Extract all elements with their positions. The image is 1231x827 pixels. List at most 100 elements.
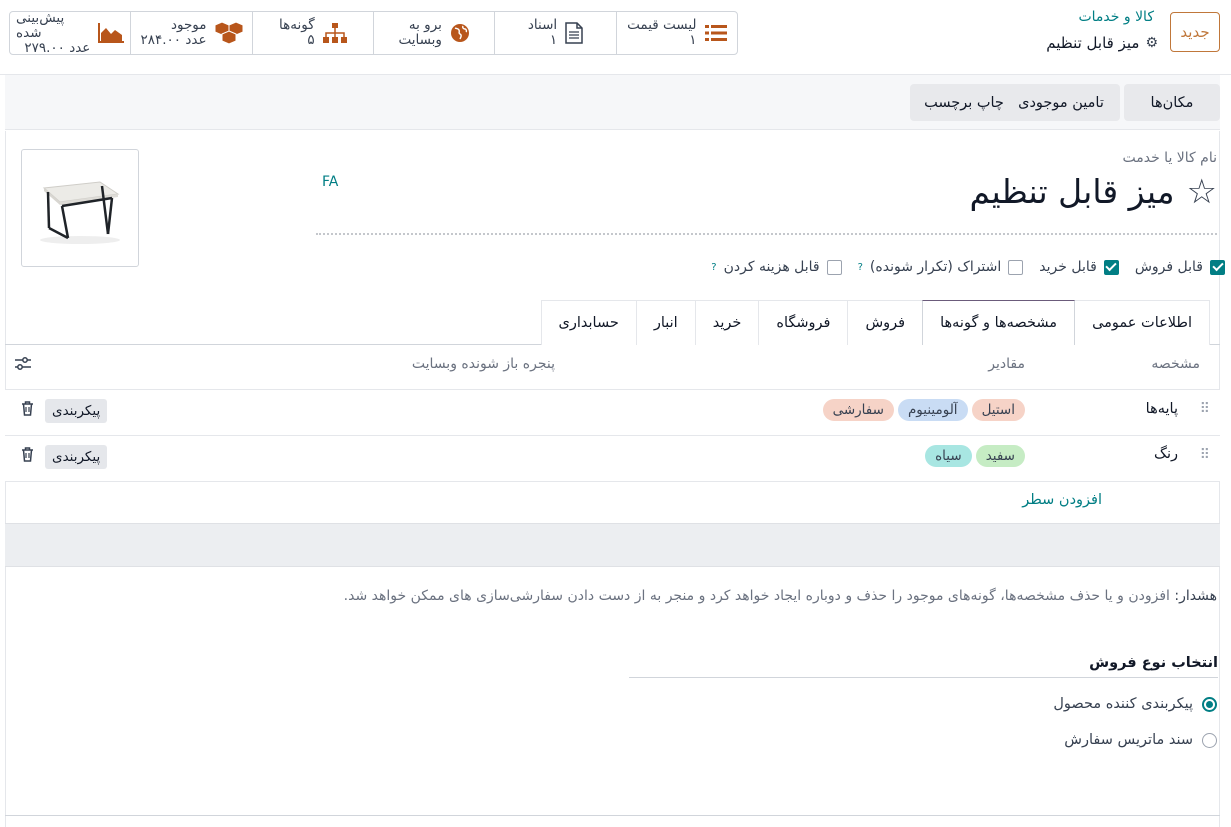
stat-label: گونه‌ها: [279, 17, 315, 33]
drag-handle-icon[interactable]: ⠿: [1200, 401, 1210, 417]
tab-accounting[interactable]: حسابداری: [540, 300, 637, 345]
flag-can-be-purchased: قابل خرید: [1039, 259, 1119, 275]
tab-attributes-variants[interactable]: مشخصه‌ها و گونه‌ها: [922, 300, 1076, 346]
option-label: سند ماتریس سفارش: [1064, 732, 1193, 748]
attribute-values[interactable]: سفید سیاه: [925, 445, 1025, 467]
tab-sales[interactable]: فروش: [847, 300, 924, 345]
flag-recurring: اشتراک (تکرار شونده) ?: [858, 259, 1024, 275]
column-attribute-header[interactable]: مشخصه: [1151, 356, 1200, 372]
flag-label: اشتراک (تکرار شونده): [869, 259, 1002, 275]
product-name-input[interactable]: میز قابل تنظیم: [970, 172, 1175, 211]
stat-value: ۵: [307, 32, 315, 48]
table-row[interactable]: [5, 436, 1220, 481]
product-name-label: نام کالا یا خدمت: [1122, 150, 1217, 166]
stat-label: پیش‌بینی شده: [16, 11, 65, 41]
product-title-row: ☆ میز قابل تنظیم: [970, 172, 1217, 211]
table-image-icon: [40, 181, 120, 244]
cubes-icon: [214, 21, 243, 45]
recurring-checkbox[interactable]: [1008, 259, 1024, 275]
stat-buttons-bar: لیست قیمت ۱ اسناد ۱ برو به وبسایت گونه‌ه…: [9, 11, 738, 55]
stat-label: موجود: [170, 17, 207, 33]
value-tag[interactable]: استیل: [971, 399, 1025, 421]
product-image[interactable]: [21, 149, 139, 267]
sheet-bottom-border: [5, 815, 1220, 816]
print-labels-button[interactable]: چاپ برچسب: [910, 84, 1018, 121]
stat-value: ۲۸۴.۰۰ عدد: [140, 32, 207, 48]
flag-label: قابل هزینه کردن: [723, 259, 820, 275]
document-icon: [565, 22, 583, 44]
value-tag[interactable]: سیاه: [925, 445, 972, 467]
sales-type-option[interactable]: پیکربندی کننده محصول: [1053, 696, 1217, 712]
stat-value: وبسایت: [398, 32, 442, 48]
value-tag[interactable]: آلومینیوم: [897, 399, 968, 421]
stat-label: برو به: [408, 17, 442, 33]
sitemap-icon: [322, 23, 347, 43]
tab-general-info[interactable]: اطلاعات عمومی: [1074, 300, 1210, 345]
new-button[interactable]: جدید: [1170, 12, 1220, 52]
stat-label: اسناد: [527, 17, 558, 33]
tab-purchase[interactable]: خرید: [694, 300, 760, 345]
trash-icon[interactable]: [21, 447, 34, 466]
variants-warning: هشدار: افزودن و یا حذف مشخصه‌ها، گونه‌ها…: [344, 588, 1217, 604]
tab-ecommerce[interactable]: فروشگاه: [758, 300, 849, 345]
sales-type-divider: [629, 677, 1218, 678]
product-configurator-radio[interactable]: [1202, 696, 1217, 712]
row-border: [5, 481, 1220, 482]
stat-documents-button[interactable]: اسناد ۱: [494, 12, 615, 54]
gear-icon[interactable]: ⚙: [1145, 35, 1158, 51]
drag-handle-icon[interactable]: ⠿: [1200, 447, 1210, 463]
language-button[interactable]: FA: [322, 174, 338, 190]
stat-onhand-button[interactable]: موجود ۲۸۴.۰۰ عدد: [130, 12, 251, 54]
stat-forecast-button[interactable]: پیش‌بینی شده ۲۷۹.۰۰ عدد: [10, 12, 130, 54]
list-icon: [704, 24, 727, 42]
add-line-link[interactable]: افزودن سطر: [1022, 492, 1102, 508]
globe-icon: [450, 23, 470, 43]
stat-pricelist-button[interactable]: لیست قیمت ۱: [615, 12, 737, 54]
attribute-values[interactable]: استیل آلومینیوم سفارشی: [822, 399, 1025, 421]
trash-icon[interactable]: [21, 401, 34, 420]
can-be-expensed-checkbox[interactable]: [826, 259, 842, 275]
product-name-underline: [316, 233, 1217, 235]
order-grid-radio[interactable]: [1202, 732, 1217, 748]
value-tag[interactable]: سفارشی: [822, 399, 894, 421]
table-footer: [5, 523, 1220, 567]
help-tooltip-icon[interactable]: ?: [858, 262, 863, 273]
value-tag[interactable]: سفید: [975, 445, 1025, 467]
stat-variants-button[interactable]: گونه‌ها ۵: [251, 12, 373, 54]
breadcrumb-current: میز قابل تنظیم ⚙: [1046, 34, 1158, 52]
sales-type-option[interactable]: سند ماتریس سفارش: [1064, 732, 1217, 748]
sales-type-title: انتخاب نوع فروش: [1089, 655, 1218, 671]
favorite-star-icon[interactable]: ☆: [1187, 175, 1217, 209]
flag-can-be-expensed: قابل هزینه کردن ?: [711, 259, 842, 275]
flag-label: قابل خرید: [1039, 259, 1097, 275]
stat-value: ۱: [689, 32, 697, 48]
can-be-purchased-checkbox[interactable]: [1103, 259, 1119, 275]
attribute-name[interactable]: رنگ: [1154, 446, 1178, 462]
column-settings-icon[interactable]: [15, 357, 31, 375]
stat-value: ۱: [549, 32, 558, 48]
can-be-sold-checkbox[interactable]: [1210, 259, 1225, 275]
flag-can-be-sold: قابل فروش: [1135, 259, 1225, 275]
breadcrumb-parent-link[interactable]: کالا و خدمات: [1078, 9, 1154, 25]
stat-website-button[interactable]: برو به وبسایت: [373, 12, 494, 54]
warning-label: هشدار:: [1174, 588, 1217, 604]
breadcrumb-current-label: میز قابل تنظیم: [1046, 34, 1140, 52]
flag-label: قابل فروش: [1134, 259, 1203, 275]
option-label: پیکربندی کننده محصول: [1053, 696, 1193, 712]
notebook-tabs: اطلاعات عمومی مشخصه‌ها و گونه‌ها فروش فر…: [540, 300, 1210, 346]
product-flags: قابل فروش قابل خرید اشتراک (تکرار شونده)…: [711, 259, 1225, 275]
area-chart-icon: [98, 23, 125, 43]
attribute-name[interactable]: پایه‌ها: [1146, 401, 1178, 417]
replenish-button[interactable]: تامین موجودی: [1002, 84, 1120, 121]
column-values-header[interactable]: مقادیر: [988, 356, 1025, 372]
tab-inventory[interactable]: انبار: [635, 300, 696, 345]
stat-value: ۲۷۹.۰۰ عدد: [24, 39, 91, 55]
stat-label: لیست قیمت: [627, 17, 697, 33]
configure-button[interactable]: پیکربندی: [45, 399, 108, 423]
help-tooltip-icon[interactable]: ?: [711, 262, 716, 273]
column-website-header[interactable]: پنجره باز شونده وبسایت: [412, 356, 555, 372]
locations-button[interactable]: مکان‌ها: [1124, 84, 1220, 121]
configure-button[interactable]: پیکربندی: [45, 445, 108, 469]
warning-text: افزودن و یا حذف مشخصه‌ها، گونه‌های موجود…: [343, 588, 1175, 604]
table-row[interactable]: [5, 390, 1220, 435]
